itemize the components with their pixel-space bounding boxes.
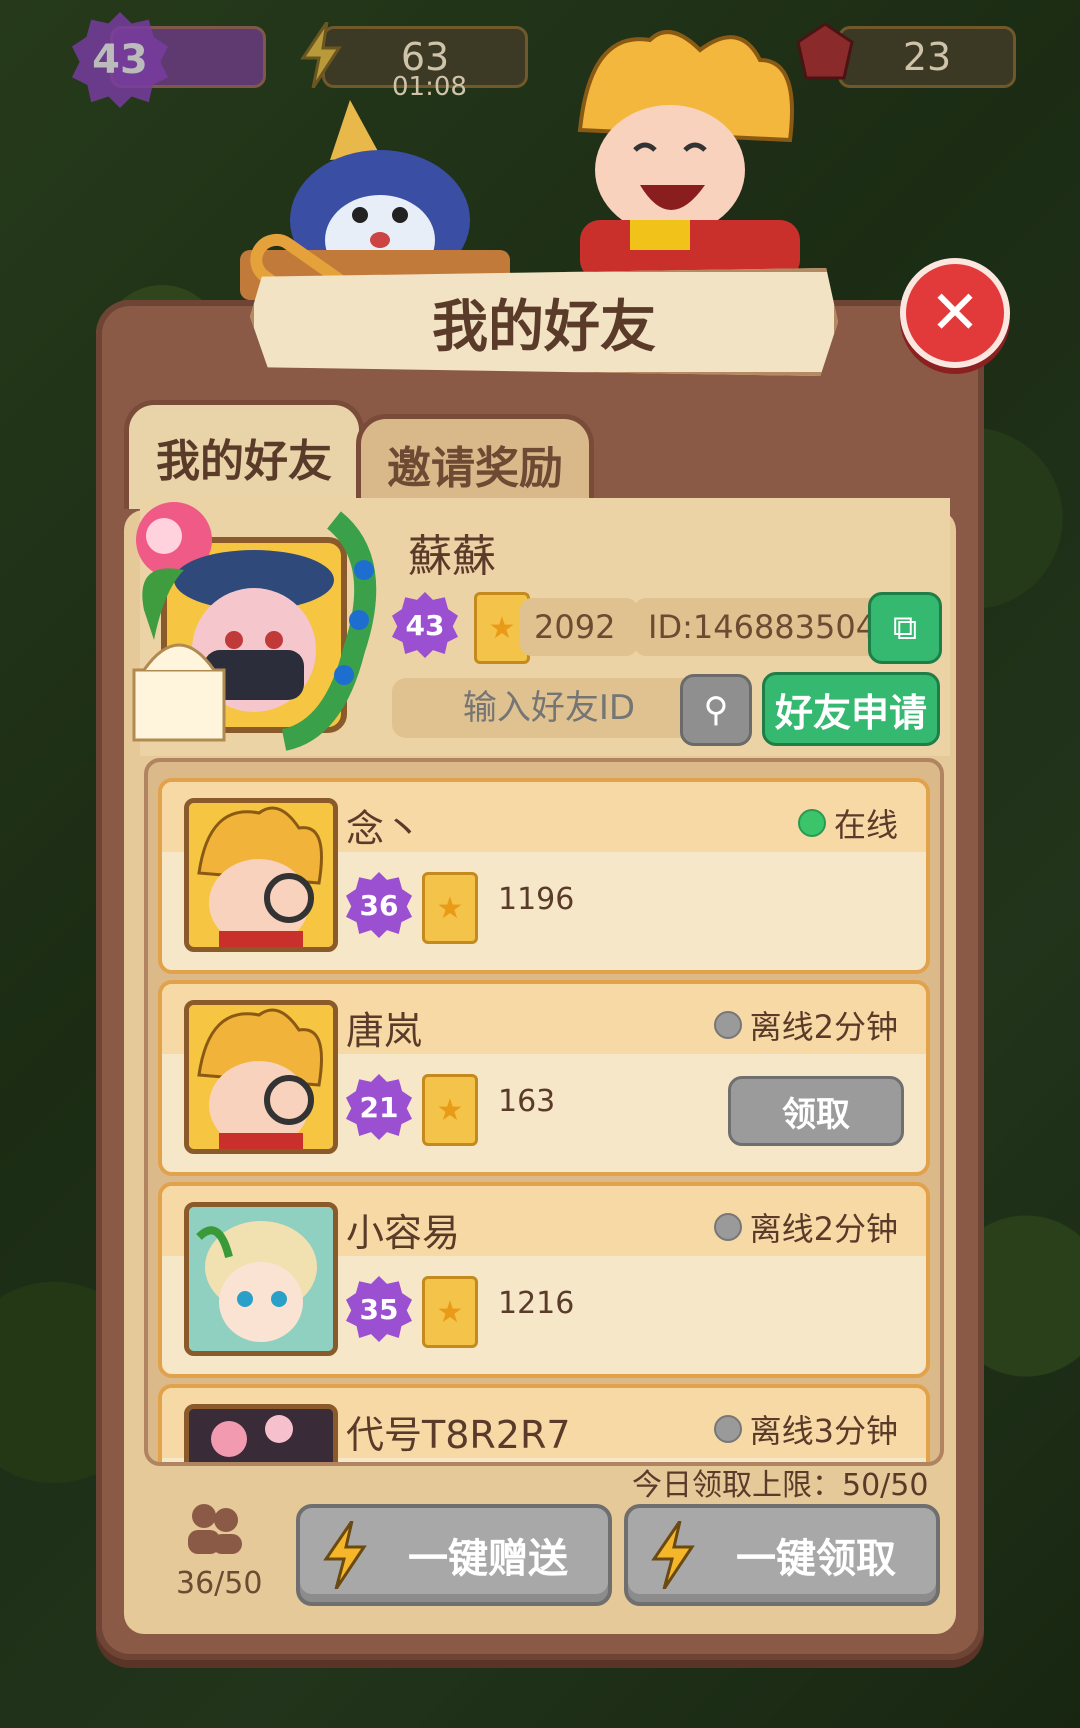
gem-value: 23 (902, 35, 952, 79)
close-icon: ✕ (929, 278, 981, 348)
friend-status-text: 在线 (833, 806, 898, 844)
friends-list[interactable]: 念丶 在线 36 ★ 1196 唐岚 离线2分钟 21 ★ 163 领取 小容易… (144, 758, 944, 1466)
friend-avatar[interactable] (184, 1000, 338, 1154)
close-button[interactable]: ✕ (900, 258, 1010, 368)
friend-status: 离线2分钟 (713, 1002, 898, 1048)
friend-name: 念丶 (346, 807, 423, 851)
send-all-button[interactable]: 一键赠送 (296, 1504, 612, 1606)
claim-button[interactable]: 领取 (728, 1076, 904, 1146)
friend-request-button[interactable]: 好友申请 (762, 672, 940, 746)
my-name: 蘇蘇 (408, 531, 496, 582)
my-stars-value: 2092 (534, 608, 616, 646)
friend-count: 36/50 (176, 1566, 263, 1601)
copy-id-button[interactable]: ⧉ (868, 592, 942, 664)
bolt-icon (651, 1521, 695, 1589)
star-clip-icon: ★ (422, 1276, 478, 1348)
send-all-label: 一键赠送 (408, 1536, 568, 1582)
friend-avatar[interactable] (184, 1404, 338, 1462)
friend-status: 在线 (797, 800, 898, 846)
energy-bolt-icon[interactable] (296, 20, 346, 90)
friend-status-text: 离线2分钟 (749, 1008, 898, 1046)
friend-row[interactable]: 念丶 在线 36 ★ 1196 (158, 778, 930, 974)
tab-invite-rewards[interactable]: 邀请奖励 (356, 414, 594, 509)
friend-level-badge: 21 (346, 1074, 412, 1140)
friend-row[interactable]: 代号T8R2R7 离线3分钟 (158, 1384, 930, 1462)
my-avatar[interactable] (124, 500, 386, 752)
friend-avatar[interactable] (184, 798, 338, 952)
my-id-pill: ID:146883504 (634, 598, 888, 656)
friend-status: 离线2分钟 (713, 1204, 898, 1250)
gem-pill: 23 (838, 26, 1016, 88)
claim-all-button[interactable]: 一键领取 (624, 1504, 940, 1606)
friend-avatar[interactable] (184, 1202, 338, 1356)
friend-status: 离线3分钟 (713, 1406, 898, 1452)
daily-limit-text: 今日领取上限：50/50 (632, 1468, 929, 1503)
my-stars-pill: 2092 (520, 598, 638, 656)
friend-status-text: 离线3分钟 (749, 1412, 898, 1450)
level-badge-icon: 43 (70, 10, 170, 110)
friend-stars: 163 (498, 1084, 556, 1119)
dialog-title-banner: 我的好友 (250, 268, 838, 376)
online-dot-icon (797, 809, 826, 837)
offline-dot-icon (713, 1415, 742, 1443)
friend-id-input[interactable] (392, 678, 706, 738)
friend-status-text: 离线2分钟 (749, 1210, 898, 1248)
friend-level-badge: 36 (346, 872, 412, 938)
tab-my-friends[interactable]: 我的好友 (124, 400, 364, 509)
search-button[interactable]: ⚲ (680, 674, 752, 746)
bolt-icon (323, 1521, 367, 1589)
search-icon: ⚲ (703, 690, 729, 730)
friend-stars: 1196 (498, 882, 575, 917)
friend-row[interactable]: 小容易 离线2分钟 35 ★ 1216 (158, 1182, 930, 1378)
claim-all-label: 一键领取 (736, 1536, 896, 1582)
offline-dot-icon (713, 1213, 742, 1241)
friend-level-badge: 35 (346, 1276, 412, 1342)
energy-timer: 01:08 (392, 72, 467, 102)
friends-icon (188, 1504, 242, 1554)
friend-stars: 1216 (498, 1286, 575, 1321)
friend-name: 代号T8R2R7 (346, 1413, 571, 1457)
my-id-value: ID:146883504 (648, 608, 877, 646)
dialog-title: 我的好友 (432, 294, 656, 360)
friend-name: 唐岚 (346, 1009, 423, 1053)
copy-icon: ⧉ (892, 608, 918, 648)
level-badge: 43 (72, 12, 168, 108)
friend-name: 小容易 (346, 1211, 461, 1255)
mascot-boy-icon (577, 30, 800, 280)
star-clip-icon: ★ (422, 1074, 478, 1146)
offline-dot-icon (713, 1011, 742, 1039)
star-clip-icon: ★ (422, 872, 478, 944)
friend-row[interactable]: 唐岚 离线2分钟 21 ★ 163 领取 (158, 980, 930, 1176)
